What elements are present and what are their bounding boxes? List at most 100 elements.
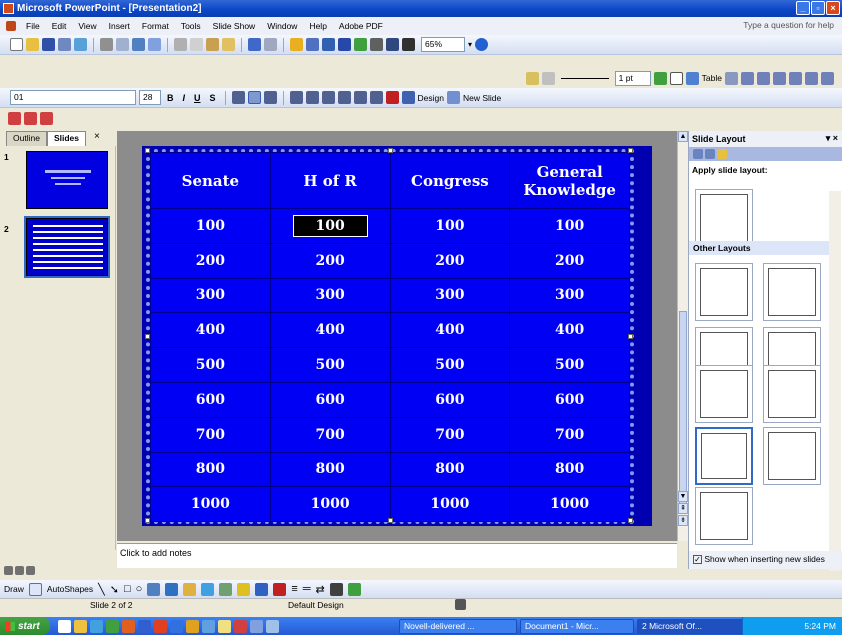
insert-hyperlink-icon[interactable]: [338, 38, 351, 51]
close-button[interactable]: ×: [826, 1, 840, 15]
value-cell[interactable]: 800: [509, 451, 630, 488]
design-button[interactable]: Design: [418, 93, 444, 103]
value-cell[interactable]: 300: [150, 277, 271, 314]
line-color-icon[interactable]: [255, 582, 269, 596]
help-icon[interactable]: [475, 38, 489, 51]
color-grayscale-icon[interactable]: [402, 38, 415, 51]
align-top-icon[interactable]: [773, 71, 786, 85]
3d-style-icon[interactable]: [347, 582, 361, 596]
misc-icon[interactable]: [266, 619, 279, 633]
category-cell[interactable]: General Knowledge: [509, 152, 630, 209]
next-slide-icon[interactable]: ⇟: [678, 515, 688, 526]
menu-adobe-pdf[interactable]: Adobe PDF: [333, 21, 389, 31]
close-pane-button[interactable]: ×: [94, 131, 100, 146]
line-icon[interactable]: ╲: [98, 583, 105, 596]
split-cell-icon[interactable]: [757, 71, 770, 85]
close-icon[interactable]: ▾ ×: [826, 133, 838, 144]
menu-slide-show[interactable]: Slide Show: [207, 21, 262, 31]
wordart-icon[interactable]: [165, 582, 179, 596]
save-icon[interactable]: [42, 38, 55, 51]
markup-icon[interactable]: [8, 112, 21, 125]
value-cell[interactable]: 700: [509, 416, 630, 453]
align-center-text-icon[interactable]: [247, 91, 261, 104]
select-pointer-icon[interactable]: [28, 582, 42, 596]
value-cell[interactable]: 700: [150, 416, 271, 453]
resize-handle[interactable]: [145, 148, 150, 153]
draw-menu[interactable]: Draw: [4, 584, 24, 594]
menu-help[interactable]: Help: [303, 21, 332, 31]
slide-thumbnail-2[interactable]: [24, 216, 110, 278]
font-size-select[interactable]: 28: [139, 90, 161, 105]
zoom-select[interactable]: 65%: [421, 37, 465, 52]
align-right-icon[interactable]: [263, 91, 277, 104]
fill-color-icon[interactable]: [685, 71, 699, 85]
font-select[interactable]: 01: [10, 90, 136, 105]
value-cell[interactable]: 300: [509, 277, 630, 314]
value-cell[interactable]: 700: [269, 416, 391, 453]
value-cell[interactable]: 600: [509, 381, 630, 418]
task-document1[interactable]: Document1 - Micr...: [520, 618, 634, 634]
cut-icon[interactable]: [174, 38, 187, 51]
previous-slide-icon[interactable]: ⇞: [678, 503, 688, 514]
layout-text-clipart[interactable]: [695, 365, 753, 423]
border-weight-select[interactable]: 1 pt: [614, 70, 651, 86]
table-menu-button[interactable]: Table: [702, 73, 722, 83]
email-icon[interactable]: [74, 38, 87, 51]
slideshow-view-icon[interactable]: [26, 566, 35, 575]
align-left-icon[interactable]: [231, 91, 245, 104]
undo-icon[interactable]: [248, 38, 261, 51]
fill-color-icon[interactable]: [237, 582, 251, 596]
increase-font-icon[interactable]: [321, 91, 335, 104]
value-cell[interactable]: 100: [150, 208, 271, 244]
search-icon[interactable]: [218, 619, 231, 633]
value-cell[interactable]: 400: [509, 312, 630, 349]
spelling-status-icon[interactable]: [455, 599, 466, 610]
tab-slides[interactable]: Slides: [46, 131, 86, 146]
layout-org-chart[interactable]: [763, 427, 821, 485]
tables-borders-icon[interactable]: [322, 38, 335, 51]
expand-all-icon[interactable]: [354, 38, 367, 51]
value-cell[interactable]: 400: [150, 312, 271, 349]
insert-table-button-icon[interactable]: [725, 71, 738, 85]
align-bottom-icon[interactable]: [805, 71, 818, 85]
menu-window[interactable]: Window: [261, 21, 303, 31]
value-cell[interactable]: 600: [389, 381, 511, 418]
value-cell[interactable]: 200: [389, 242, 511, 279]
align-center-icon[interactable]: [789, 71, 802, 85]
value-cell[interactable]: 400: [269, 312, 391, 349]
diagram-icon[interactable]: [183, 582, 197, 596]
format-painter-icon[interactable]: [222, 38, 235, 51]
browser-icon[interactable]: [170, 619, 183, 633]
acrobat-icon[interactable]: [234, 619, 247, 633]
permission-icon[interactable]: [58, 38, 71, 51]
comment-icon[interactable]: [24, 112, 37, 125]
value-cell[interactable]: 200: [150, 242, 271, 279]
task-pane-scrollbar[interactable]: [829, 191, 841, 571]
layout-title-chart[interactable]: [695, 487, 753, 545]
task-novell[interactable]: Novell-delivered ...: [399, 618, 517, 634]
resize-handle[interactable]: [388, 518, 393, 523]
arrow-icon[interactable]: ➘: [110, 583, 119, 596]
value-cell[interactable]: 200: [269, 242, 391, 279]
layout-table-selected[interactable]: [695, 427, 753, 485]
value-cell[interactable]: 600: [150, 381, 271, 418]
sorter-view-icon[interactable]: [15, 566, 24, 575]
minimize-button[interactable]: _: [796, 1, 810, 15]
folder-icon[interactable]: [74, 619, 87, 633]
excel-icon[interactable]: [106, 619, 119, 633]
resize-handle[interactable]: [628, 518, 633, 523]
value-cell[interactable]: 500: [509, 347, 630, 383]
start-button[interactable]: start: [0, 617, 50, 635]
selected-cell-text[interactable]: 100: [292, 214, 368, 237]
resize-handle[interactable]: [628, 334, 633, 339]
resize-handle[interactable]: [388, 148, 393, 153]
copy-icon[interactable]: [190, 38, 203, 51]
reviewers-icon[interactable]: [40, 112, 53, 125]
value-cell[interactable]: 100: [389, 208, 511, 244]
shadow-button[interactable]: S: [207, 93, 219, 103]
oval-icon[interactable]: ○: [136, 583, 143, 595]
new-slide-button[interactable]: New Slide: [463, 93, 501, 103]
border-style-select[interactable]: [560, 77, 609, 79]
increase-indent-icon[interactable]: [369, 91, 383, 104]
back-icon[interactable]: [693, 149, 703, 159]
